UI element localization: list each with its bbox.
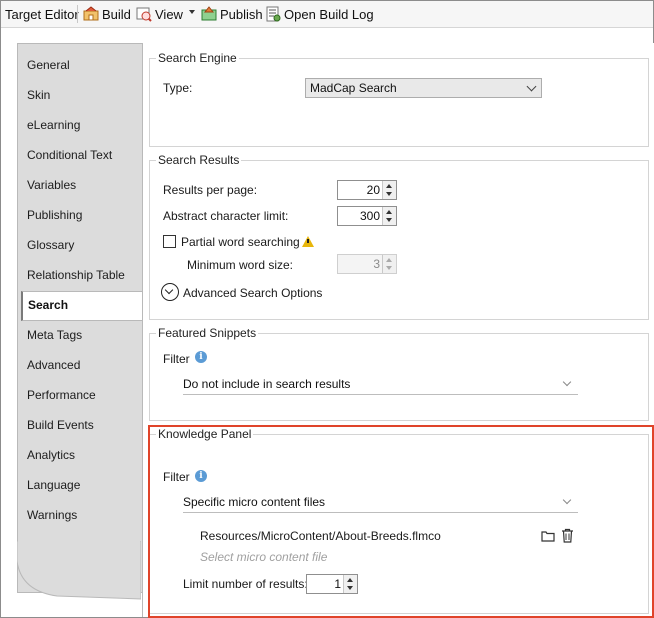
nav-panel-curve [17, 541, 141, 600]
abstract-limit-label: Abstract character limit: [163, 209, 289, 223]
warning-mark [307, 239, 309, 243]
search-engine-group: Search Engine [149, 51, 649, 147]
advanced-search-options-label[interactable]: Advanced Search Options [183, 286, 322, 300]
target-editor-label: Target Editor [5, 6, 79, 22]
nav-item-language[interactable]: Language [27, 475, 80, 495]
nav-item-label: Warnings [27, 508, 78, 522]
type-label: Type: [163, 81, 193, 95]
publish-button[interactable]: Publish [201, 5, 263, 23]
arrow-up-icon[interactable] [386, 210, 392, 214]
nav-item-advanced[interactable]: Advanced [27, 355, 80, 375]
open-build-log-button[interactable]: Open Build Log [265, 5, 374, 23]
min-word-size-stepper[interactable]: 3 [337, 254, 397, 274]
nav-item-label: Conditional Text [27, 148, 113, 162]
nav-item-warnings[interactable]: Warnings [27, 505, 77, 525]
nav-item-label: Glossary [27, 238, 75, 252]
abstract-limit-stepper[interactable]: 300 [337, 206, 397, 226]
arrow-down-icon[interactable] [386, 266, 392, 270]
featured-filter-label: Filter [163, 352, 190, 366]
nav-item-elearning[interactable]: eLearning [27, 115, 80, 135]
partial-word-checkbox[interactable] [163, 235, 176, 248]
nav-item-analytics[interactable]: Analytics [27, 445, 75, 465]
nav-item-label: Skin [27, 88, 51, 102]
nav-item-skin[interactable]: Skin [27, 85, 50, 105]
publish-label: Publish [220, 6, 263, 22]
arrow-up-icon[interactable] [386, 258, 392, 262]
nav-item-label: Search [28, 298, 69, 312]
abstract-limit-value: 300 [359, 209, 380, 223]
featured-filter-dropdown[interactable]: Do not include in search results [183, 374, 578, 395]
nav-item-label: Variables [27, 178, 77, 192]
stepper-buttons[interactable] [382, 207, 396, 225]
nav-item-label: Language [27, 478, 81, 492]
partial-word-label: Partial word searching [181, 235, 300, 249]
chevron-down-icon [562, 377, 572, 387]
nav-item-label: General [27, 58, 70, 72]
min-word-size-value: 3 [373, 257, 380, 271]
nav-item-label: Meta Tags [27, 328, 83, 342]
stepper-buttons[interactable] [382, 255, 396, 273]
nav-item-conditional-text[interactable]: Conditional Text [27, 145, 112, 165]
build-label: Build [102, 6, 131, 22]
featured-filter-value: Do not include in search results [183, 377, 351, 391]
target-editor-title: Target Editor [5, 5, 79, 23]
open-build-log-label: Open Build Log [284, 6, 374, 22]
nav-item-meta-tags[interactable]: Meta Tags [27, 325, 82, 345]
build-icon [83, 6, 99, 21]
nav-item-relationship-table[interactable]: Relationship Table [27, 265, 125, 285]
target-editor-window: Target Editor Build View Publish Open Bu… [0, 0, 654, 618]
results-per-page-stepper[interactable]: 20 [337, 180, 397, 200]
info-icon[interactable]: i [195, 351, 207, 363]
expand-chevron-icon[interactable] [161, 283, 179, 301]
nav-item-search[interactable]: Search [21, 291, 145, 321]
chevron-down-icon [526, 81, 537, 92]
view-button[interactable]: View [136, 5, 183, 23]
min-word-size-label: Minimum word size: [187, 258, 294, 272]
nav-item-variables[interactable]: Variables [27, 175, 76, 195]
nav-item-label: Advanced [27, 358, 81, 372]
search-engine-title: Search Engine [156, 51, 239, 65]
knowledge-panel-highlight [148, 425, 654, 618]
toolbar: Target Editor Build View Publish Open Bu… [1, 1, 653, 28]
nav-item-label: eLearning [27, 118, 81, 132]
search-engine-type-value: MadCap Search [310, 81, 397, 95]
toolbar-separator [77, 5, 78, 23]
nav-item-general[interactable]: General [27, 55, 70, 75]
arrow-down-icon[interactable] [386, 192, 392, 196]
arrow-down-icon[interactable] [386, 218, 392, 222]
featured-snippets-title: Featured Snippets [156, 326, 259, 340]
chevron-down-icon [164, 285, 174, 295]
search-results-title: Search Results [156, 153, 242, 167]
warning-icon [302, 236, 314, 247]
stepper-buttons[interactable] [382, 181, 396, 199]
view-label: View [155, 6, 183, 22]
build-button[interactable]: Build [83, 5, 131, 23]
arrow-up-icon[interactable] [386, 184, 392, 188]
nav-item-glossary[interactable]: Glossary [27, 235, 74, 255]
results-per-page-label: Results per page: [163, 183, 258, 197]
nav-item-label: Relationship Table [27, 268, 125, 282]
nav-item-label: Performance [27, 388, 96, 402]
results-per-page-value: 20 [366, 183, 380, 197]
nav-item-label: Analytics [27, 448, 76, 462]
nav-item-publishing[interactable]: Publishing [27, 205, 82, 225]
publish-icon [201, 6, 217, 21]
view-dropdown-arrow-icon[interactable] [189, 10, 195, 14]
nav-item-label: Build Events [27, 418, 94, 432]
view-icon [136, 7, 152, 22]
search-engine-type-select[interactable]: MadCap Search [305, 78, 542, 98]
build-log-icon [266, 6, 281, 22]
nav-item-performance[interactable]: Performance [27, 385, 96, 405]
nav-item-label: Publishing [27, 208, 83, 222]
nav-item-build-events[interactable]: Build Events [27, 415, 94, 435]
